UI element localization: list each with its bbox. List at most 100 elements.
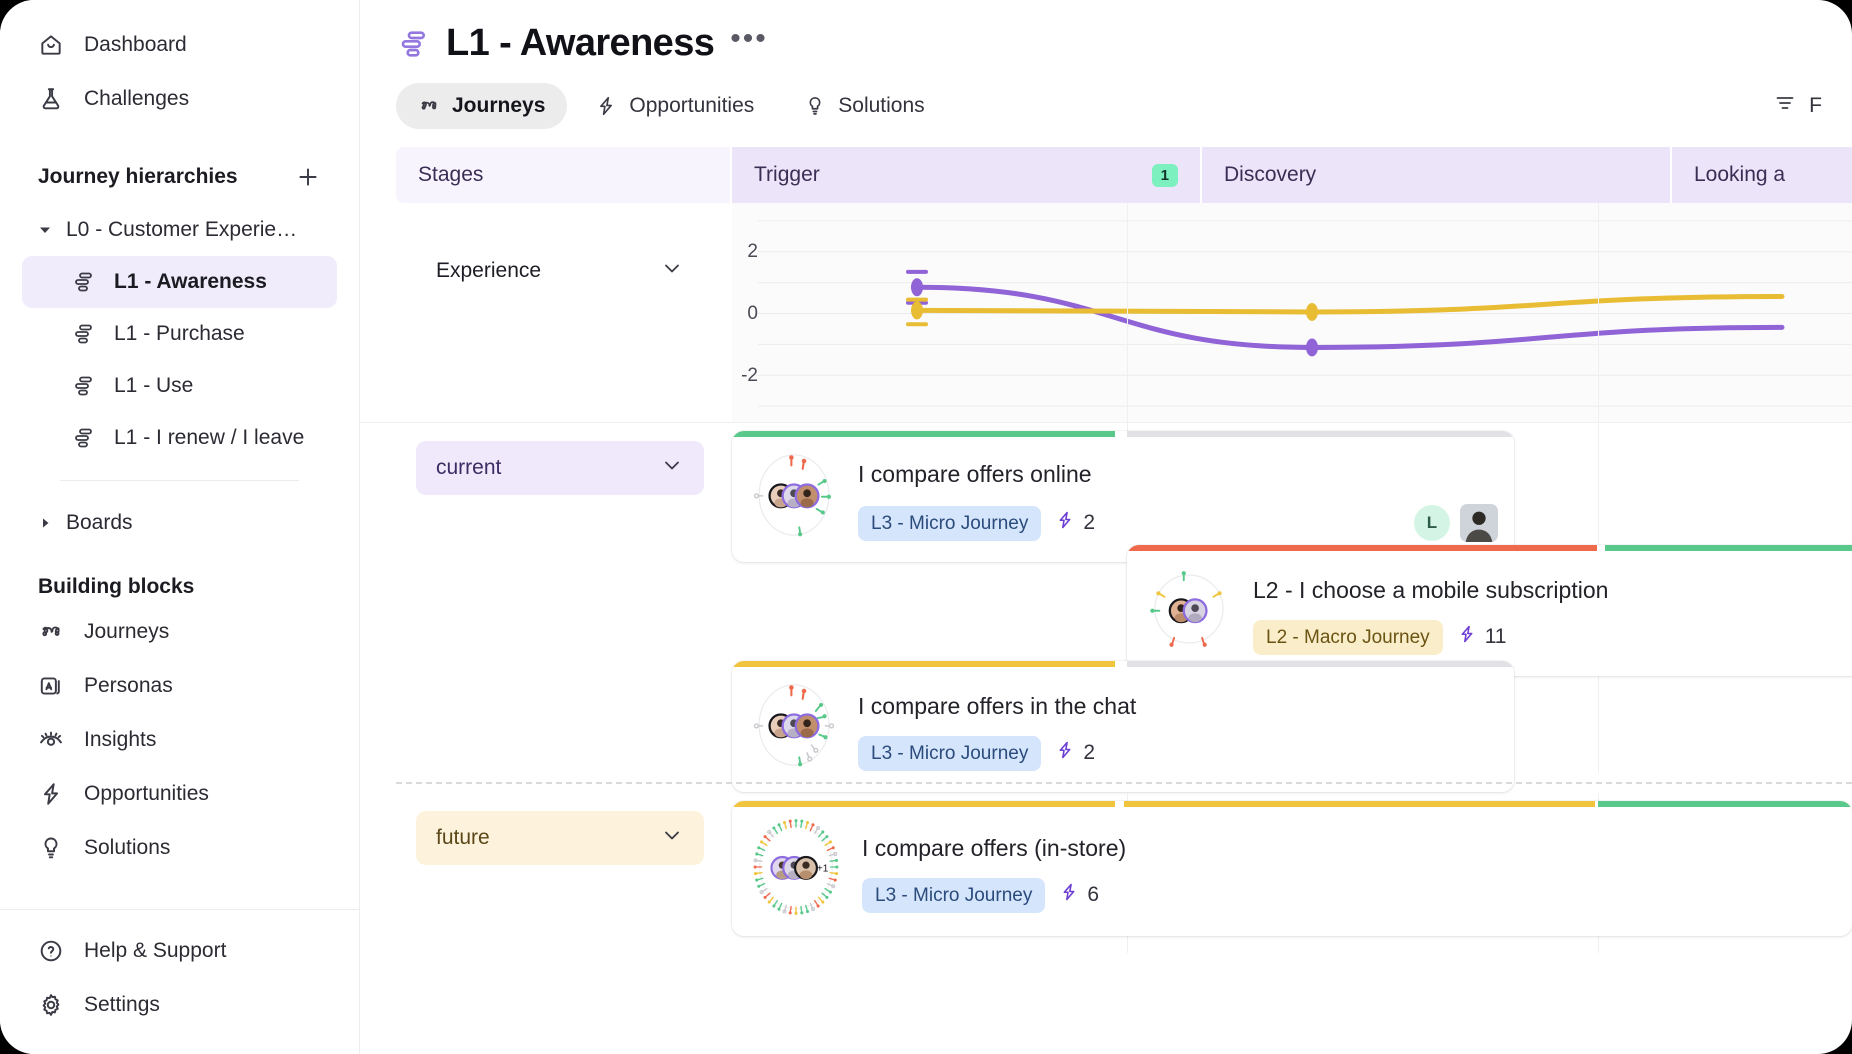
app-window: Dashboard Challenges Journey hierarchies…	[0, 0, 1852, 1054]
tab-solutions[interactable]: Solutions	[782, 83, 946, 129]
sidebar-item-challenges[interactable]: Challenges	[22, 72, 337, 126]
card-ghost-bar	[1127, 661, 1514, 667]
journey-card[interactable]: L2 - I choose a mobile subscription L2 -…	[1127, 545, 1852, 676]
bolt-icon	[1055, 509, 1075, 537]
main-panel: L1 - Awareness ••• Journeys Opportunitie…	[360, 0, 1852, 1054]
journey-card[interactable]: +1 I compare offers (in-store) L3 - Micr…	[732, 801, 1852, 936]
column-header-discovery[interactable]: Discovery	[1202, 147, 1672, 203]
sidebar-top-nav: Dashboard Challenges	[0, 18, 359, 126]
card-level-tag: L2 - Macro Journey	[1253, 620, 1443, 655]
card-level-tag: L3 - Micro Journey	[858, 736, 1041, 771]
more-options-button[interactable]: •••	[730, 30, 768, 58]
row-future-left: future	[396, 793, 732, 953]
opportunity-count-label: 6	[1087, 883, 1099, 907]
bolt-icon	[38, 781, 64, 807]
sidebar-item-personas[interactable]: Personas	[22, 659, 337, 713]
row-future-cards: +1 I compare offers (in-store) L3 - Micr…	[732, 793, 1852, 953]
sidebar-item-label: Personas	[84, 674, 173, 698]
card-body: L2 - I choose a mobile subscription L2 -…	[1127, 551, 1852, 676]
journey-hierarchies-title: Journey hierarchies	[38, 165, 238, 189]
sidebar-item-journeys[interactable]: Journeys	[22, 605, 337, 659]
chart-y-tick: 2	[732, 241, 758, 263]
journey-hierarchy-icon	[396, 27, 430, 61]
add-hierarchy-button[interactable]	[295, 164, 321, 190]
tab-opportunities[interactable]: Opportunities	[573, 83, 776, 129]
experience-selector-wrap: Experience	[396, 203, 732, 422]
experience-selector[interactable]: Experience	[416, 247, 704, 295]
journeys-icon	[418, 95, 440, 117]
sidebar-spacer	[0, 875, 359, 909]
sidebar-item-label: Settings	[84, 993, 160, 1017]
sidebar-item-l1-renew-leave[interactable]: L1 - I renew / I leave	[22, 412, 337, 464]
sidebar-item-l1-awareness[interactable]: L1 - Awareness	[22, 256, 337, 308]
row-selector-current[interactable]: current	[416, 441, 704, 495]
journey-card[interactable]: I compare offers online L3 - Micro Journ…	[732, 431, 1514, 562]
title-row: L1 - Awareness •••	[396, 22, 1852, 65]
sidebar-item-settings[interactable]: Settings	[22, 978, 337, 1032]
card-opportunity-count: 6	[1059, 881, 1099, 909]
card-tags: L3 - Micro Journey 6	[862, 878, 1836, 913]
sidebar-bottom-divider	[0, 909, 359, 910]
filter-label: F	[1809, 94, 1822, 118]
card-level-tag: L3 - Micro Journey	[858, 506, 1041, 541]
card-title: I compare offers online	[858, 461, 1498, 488]
page-title: L1 - Awareness	[446, 22, 714, 65]
row-current-left: current	[396, 423, 732, 773]
card-meta: I compare offers (in-store) L3 - Micro J…	[858, 827, 1836, 913]
svg-text:+1: +1	[817, 864, 829, 875]
tree-root-l0[interactable]: L0 - Customer Experie…	[22, 204, 337, 256]
sidebar-item-label: L1 - I renew / I leave	[114, 426, 304, 450]
card-body: +1 I compare offers (in-store) L3 - Micr…	[732, 807, 1852, 936]
chart-y-tick: 0	[732, 303, 758, 325]
card-tags: L3 - Micro Journey 2	[858, 736, 1498, 771]
column-header-trigger[interactable]: Trigger 1	[732, 147, 1202, 203]
card-right-icons: L	[1404, 504, 1498, 542]
tab-bar: Journeys Opportunities Solutions	[396, 83, 1852, 129]
tab-journeys[interactable]: Journeys	[396, 83, 567, 129]
building-blocks-nav: Journeys Personas Insights Opportunities	[0, 605, 359, 875]
journey-hierarchies-header: Journey hierarchies	[0, 160, 359, 194]
column-headers: Stages Trigger 1 Discovery Looking a	[360, 147, 1852, 203]
bolt-icon	[595, 95, 617, 117]
experience-chart-band: Experience 20-2	[360, 203, 1852, 423]
sidebar-item-label: Dashboard	[84, 33, 187, 57]
card-accent-bar-3	[1598, 801, 1852, 807]
column-label: Discovery	[1224, 163, 1316, 187]
sidebar-item-label: Boards	[66, 511, 133, 535]
sidebar-item-l1-use[interactable]: L1 - Use	[22, 360, 337, 412]
sidebar-item-opportunities[interactable]: Opportunities	[22, 767, 337, 821]
toolbar-right: F	[1773, 91, 1832, 121]
row-selector-label: future	[436, 826, 490, 850]
sidebar-item-l1-purchase[interactable]: L1 - Purchase	[22, 308, 337, 360]
card-tags: L2 - Macro Journey 11	[1253, 620, 1852, 655]
filter-button[interactable]: F	[1773, 91, 1822, 121]
sidebar-item-dashboard[interactable]: Dashboard	[22, 18, 337, 72]
building-blocks-header: Building blocks	[0, 575, 359, 599]
journey-hierarchy-icon	[70, 321, 96, 347]
bolt-icon	[1055, 739, 1075, 767]
journey-hierarchy-tree: L0 - Customer Experie… L1 - Awareness L1…	[0, 204, 359, 549]
card-level-tag: L3 - Micro Journey	[862, 878, 1045, 913]
sidebar-item-help-support[interactable]: Help & Support	[22, 924, 337, 978]
personas-orbit	[746, 447, 842, 548]
sidebar-item-insights[interactable]: Insights	[22, 713, 337, 767]
sidebar-item-solutions[interactable]: Solutions	[22, 821, 337, 875]
home-icon	[38, 32, 64, 58]
card-accent-bar-2	[1124, 801, 1595, 807]
sidebar-item-label: L1 - Awareness	[114, 270, 267, 294]
tab-label: Solutions	[838, 94, 924, 118]
column-header-looking[interactable]: Looking a	[1672, 147, 1852, 203]
card-body: I compare offers online L3 - Micro Journ…	[732, 437, 1514, 562]
sidebar-item-boards[interactable]: Boards	[22, 497, 337, 549]
personas-orbit	[746, 677, 842, 778]
question-circle-icon	[38, 938, 64, 964]
avatar	[1460, 504, 1498, 542]
row-current: current	[360, 423, 1852, 773]
row-selector-future[interactable]: future	[416, 811, 704, 865]
bulb-icon	[804, 95, 826, 117]
card-meta: L2 - I choose a mobile subscription L2 -…	[1249, 569, 1852, 655]
row-separator	[396, 782, 1852, 784]
journey-card[interactable]: I compare offers in the chat L3 - Micro …	[732, 661, 1514, 792]
bolt-icon	[1059, 881, 1079, 909]
bolt-icon	[1457, 623, 1477, 651]
